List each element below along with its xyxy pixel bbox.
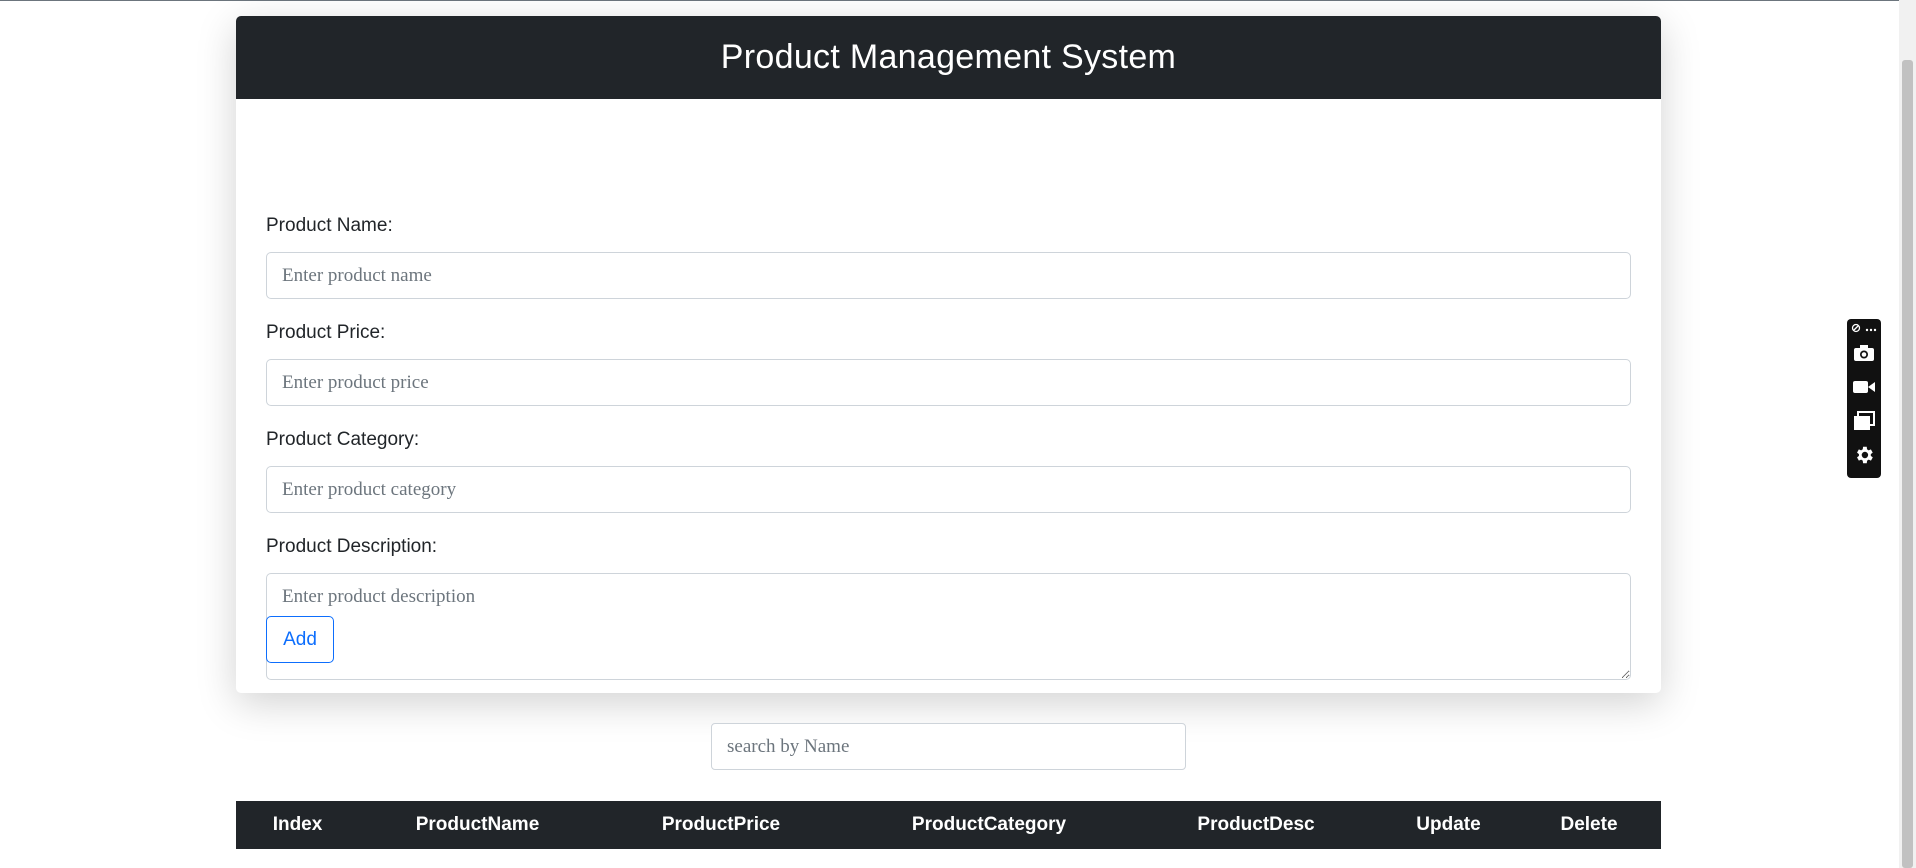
window-top-border [0,0,1916,1]
camera-icon[interactable] [1852,341,1876,365]
capture-toolbar-widget [1847,319,1881,478]
column-header-product-price: ProductPrice [661,814,781,835]
more-icon[interactable] [1865,324,1877,335]
product-description-label: Product Description: [266,536,438,557]
column-header-product-category: ProductCategory [911,814,1067,835]
windows-icon[interactable] [1852,409,1876,433]
video-icon[interactable] [1852,375,1876,399]
product-description-textarea[interactable] [266,573,1631,680]
product-name-input[interactable] [266,252,1631,299]
products-table: Index ProductName ProductPrice ProductCa… [236,801,1661,849]
column-header-product-name: ProductName [415,814,540,835]
product-price-input[interactable] [266,359,1631,406]
page-scrollbar[interactable] [1899,0,1916,868]
search-input[interactable] [711,723,1186,770]
column-header-update: Update [1416,814,1481,835]
link-icon[interactable] [1851,323,1861,336]
page-title: Product Management System [720,38,1177,76]
column-header-index: Index [272,814,323,835]
product-name-label: Product Name: [266,215,393,236]
product-category-input[interactable] [266,466,1631,513]
product-category-label: Product Category: [266,429,420,450]
card-header: Product Management System [236,16,1661,99]
add-button[interactable]: Add [266,616,334,663]
column-header-product-desc: ProductDesc [1197,814,1315,835]
scrollbar-thumb[interactable] [1902,60,1913,868]
gear-icon[interactable] [1852,443,1876,467]
column-header-delete: Delete [1560,814,1618,835]
product-form-card: Product Management System Product Name: … [236,16,1661,693]
product-price-label: Product Price: [266,322,386,343]
table-header-row: Index ProductName ProductPrice ProductCa… [236,801,1661,849]
